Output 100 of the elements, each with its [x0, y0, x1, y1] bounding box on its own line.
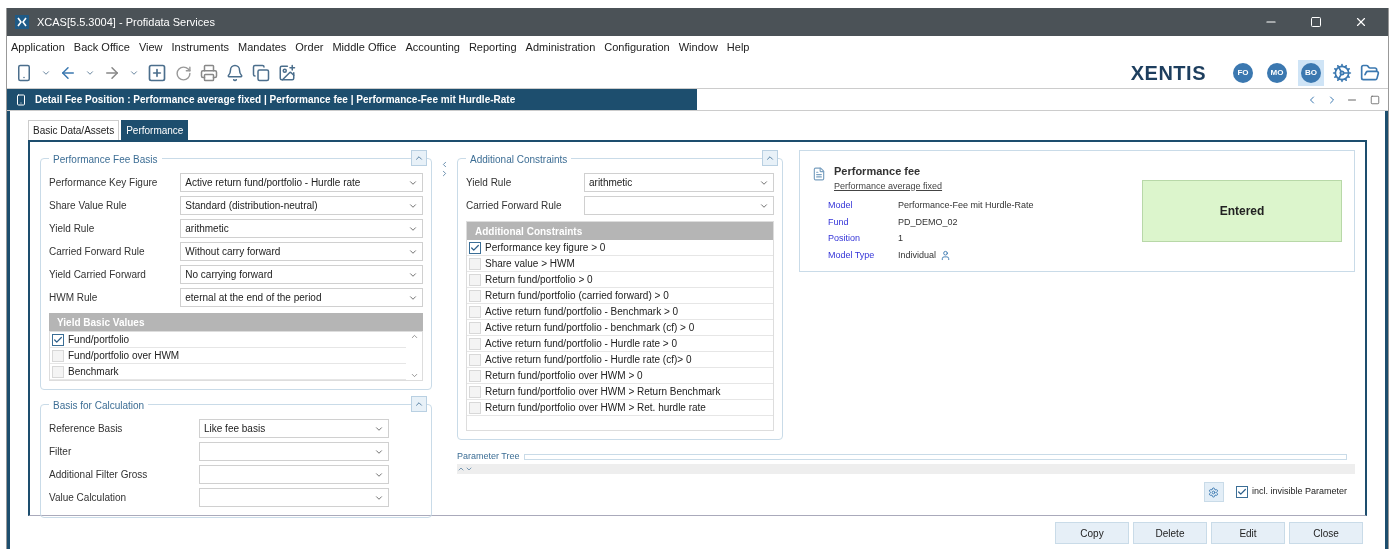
- menu-item[interactable]: Accounting: [405, 38, 460, 56]
- new-window-icon[interactable]: [147, 63, 167, 83]
- expand-right-icon[interactable]: [440, 169, 449, 178]
- field-label: Carried Forward Rule: [49, 245, 146, 259]
- collapse-button[interactable]: [411, 396, 427, 412]
- list-item: Active return fund/portfolio - benchmark (cf) > 0: [485, 321, 695, 335]
- scroll-up-icon[interactable]: [409, 332, 419, 341]
- menu-item[interactable]: Window: [678, 38, 718, 56]
- expand-up-icon[interactable]: [457, 465, 465, 473]
- summary-link[interactable]: Performance average fixed: [834, 179, 943, 193]
- image-add-icon[interactable]: [278, 64, 296, 82]
- dropdown-field[interactable]: [199, 488, 389, 507]
- forward-icon[interactable]: [103, 64, 121, 82]
- field-label: Carried Forward Rule: [466, 199, 563, 213]
- list-header: Yield Basic Values: [49, 313, 423, 331]
- field-label: Value Calculation: [49, 491, 128, 505]
- scroll-down-icon[interactable]: [409, 371, 419, 380]
- dropdown-field[interactable]: [199, 465, 389, 484]
- menu-item[interactable]: Configuration: [604, 38, 670, 56]
- dropdown-field[interactable]: Standard (distribution-neutral): [180, 196, 423, 215]
- action-button[interactable]: Delete: [1133, 522, 1207, 544]
- menu-item[interactable]: Application: [11, 38, 65, 56]
- property-value: PD_DEMO_02: [898, 215, 958, 229]
- list-item: Return fund/portfolio over HWM > Return Benchmark: [485, 385, 721, 399]
- checkbox[interactable]: [52, 333, 64, 346]
- collapse-button[interactable]: [411, 150, 427, 166]
- menu-item[interactable]: Mandates: [238, 38, 287, 56]
- action-button[interactable]: Close: [1289, 522, 1363, 544]
- property-label: Model: [828, 199, 854, 212]
- field-label: Additional Filter Gross: [49, 468, 149, 482]
- dropdown-field[interactable]: Like fee basis: [199, 419, 389, 438]
- field-label: Share Value Rule: [49, 199, 128, 213]
- action-button[interactable]: Copy: [1055, 522, 1129, 544]
- caret-icon[interactable]: [85, 68, 95, 78]
- list-item: Fund/portfolio: [68, 333, 130, 347]
- dropdown-field[interactable]: [199, 442, 389, 461]
- dropdown-field[interactable]: No carrying forward: [180, 265, 423, 284]
- dropdown-field[interactable]: arithmetic: [180, 219, 423, 238]
- copy-icon[interactable]: [252, 64, 270, 82]
- field-label: Filter: [49, 445, 73, 459]
- document-icon: [812, 167, 826, 181]
- menu-item[interactable]: Administration: [525, 38, 596, 56]
- collapse-button[interactable]: [762, 150, 778, 166]
- checkbox[interactable]: [1235, 486, 1248, 498]
- gear-icon[interactable]: [1332, 63, 1352, 83]
- role-button[interactable]: BO: [1298, 60, 1324, 86]
- property-value: Performance-Fee mit Hurdle-Rate: [898, 199, 1034, 212]
- close-icon[interactable]: [1354, 15, 1368, 29]
- menu-item[interactable]: Order: [295, 38, 324, 56]
- list-item: Benchmark: [68, 365, 119, 379]
- gear-icon: [1208, 486, 1220, 498]
- menu-item[interactable]: Help: [726, 38, 750, 56]
- checkbox[interactable]: [469, 241, 481, 254]
- section-title: Parameter Tree: [457, 450, 520, 464]
- maximize-icon[interactable]: [1310, 16, 1322, 28]
- back-icon[interactable]: [59, 64, 77, 82]
- menu-item[interactable]: Back Office: [73, 38, 130, 56]
- list-item: Active return fund/portfolio - Benchmark > 0: [485, 305, 679, 319]
- restore-icon[interactable]: [1370, 94, 1380, 105]
- dropdown-field[interactable]: Without carry forward: [180, 242, 423, 261]
- chevron-up-icon: [414, 399, 424, 409]
- person-icon: [940, 249, 952, 261]
- chevron-up-icon: [414, 153, 424, 163]
- list-item: Performance key figure > 0: [485, 241, 606, 255]
- tab[interactable]: Performance: [121, 120, 189, 140]
- dropdown-field[interactable]: eternal at the end of the period: [180, 288, 423, 307]
- list-item: Return fund/portfolio over HWM > 0: [485, 369, 643, 383]
- window-title: XCAS[5.5.3004] - Profidata Services: [37, 14, 216, 30]
- dropdown-field[interactable]: Active return fund/portfolio - Hurdle rate: [180, 173, 423, 192]
- field-label: Performance Key Figure: [49, 176, 159, 190]
- list-item: Return fund/portfolio over HWM > Ret. hurdle rate: [485, 401, 706, 415]
- caret-icon[interactable]: [129, 68, 139, 78]
- collapse-left-icon[interactable]: [440, 160, 449, 169]
- field-label: HWM Rule: [49, 291, 99, 305]
- list-item: Share value > HWM: [485, 257, 575, 271]
- settings-button[interactable]: [1203, 482, 1224, 502]
- field-label: Reference Basis: [49, 422, 124, 436]
- list-item: Active return fund/portfolio - Hurdle rate (cf)> 0: [485, 353, 692, 367]
- list-item: Return fund/portfolio > 0: [485, 273, 593, 287]
- caret-icon[interactable]: [41, 68, 51, 78]
- menu-item[interactable]: Reporting: [468, 38, 517, 56]
- refresh-icon[interactable]: [175, 64, 192, 82]
- list-item: Fund/portfolio over HWM: [68, 349, 180, 363]
- action-button[interactable]: Edit: [1211, 522, 1285, 544]
- chevron-up-icon: [765, 153, 775, 163]
- menu-item[interactable]: Instruments: [171, 38, 229, 56]
- dropdown-field[interactable]: arithmetic: [584, 173, 774, 192]
- expand-down-icon[interactable]: [465, 465, 473, 473]
- dropdown-field[interactable]: [584, 196, 774, 215]
- field-label: Yield Rule: [466, 176, 513, 190]
- tab[interactable]: Basic Data/Assets: [28, 120, 120, 140]
- property-label: Fund: [828, 215, 850, 229]
- list-item: Return fund/portfolio (carried forward) > 0: [485, 289, 669, 303]
- bell-icon[interactable]: [226, 64, 244, 82]
- print-icon[interactable]: [200, 64, 218, 82]
- menu-item[interactable]: View: [138, 38, 163, 56]
- property-value: 1: [898, 232, 903, 245]
- folder-icon[interactable]: [1360, 63, 1380, 83]
- menu-item[interactable]: Middle Office: [332, 38, 397, 56]
- device-icon[interactable]: [15, 64, 33, 82]
